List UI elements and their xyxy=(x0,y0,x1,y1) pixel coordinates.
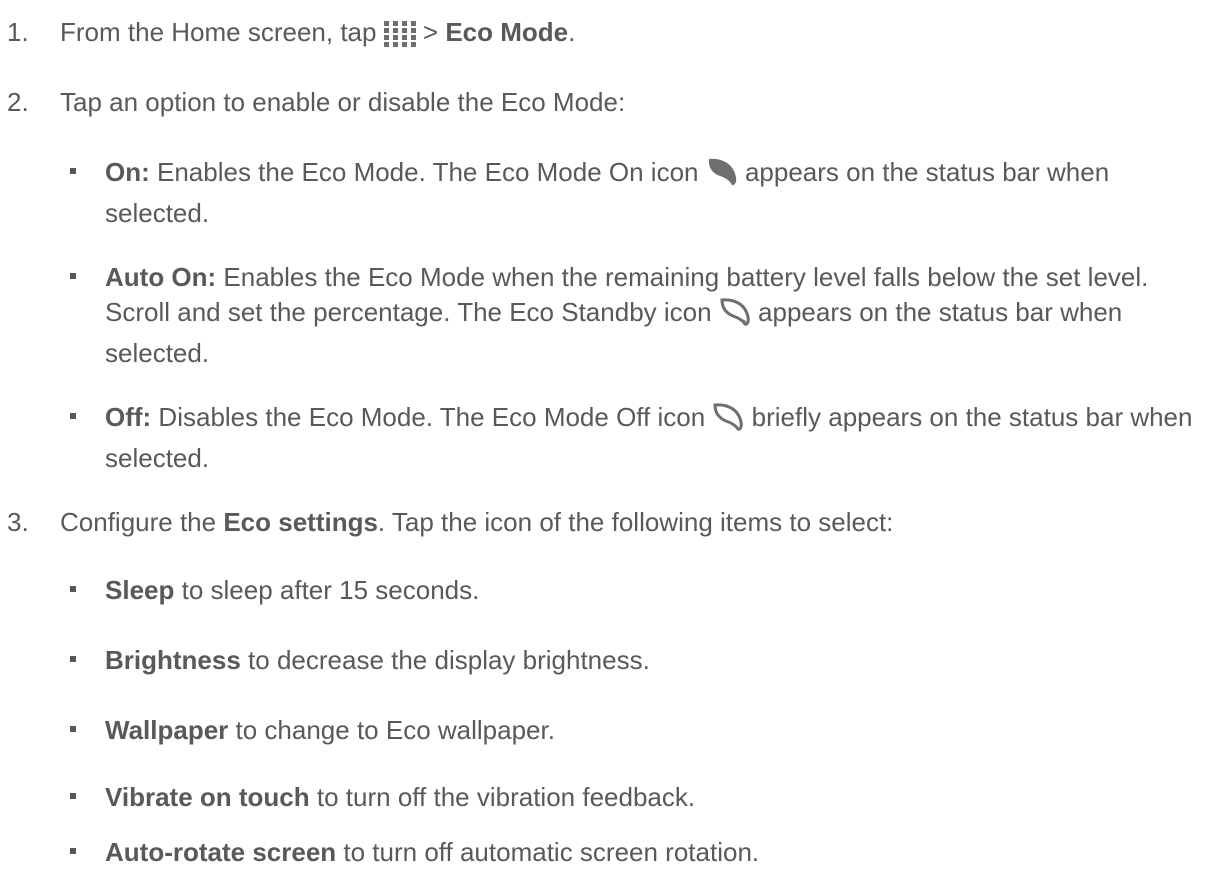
setting-description: to turn off the vibration feedback. xyxy=(309,782,696,812)
setting-description: to decrease the display brightness. xyxy=(240,645,650,675)
step-text-before: From the Home screen, tap xyxy=(60,17,384,47)
setting-text: Brightness to decrease the display brigh… xyxy=(105,643,1205,678)
step-text-after: . xyxy=(568,17,576,47)
setting-text: Wallpaper to change to Eco wallpaper. xyxy=(105,713,1205,748)
option-text: Auto On: Enables the Eco Mode when the r… xyxy=(105,260,1205,371)
eco-standby-leaf-icon xyxy=(719,297,751,336)
bullet-marker xyxy=(70,726,76,732)
step-text: From the Home screen, tap > Eco Mode. xyxy=(60,15,575,56)
bullet-marker xyxy=(70,793,76,799)
bullet-marker xyxy=(70,656,76,662)
bullet-marker xyxy=(70,848,76,854)
bullet-marker xyxy=(70,413,76,419)
apps-grid-icon xyxy=(383,21,416,56)
option-text-before: Enables the Eco Mode. The Eco Mode On ic… xyxy=(149,157,706,187)
step-number: 3. xyxy=(7,507,29,537)
setting-text: Sleep to sleep after 15 seconds. xyxy=(105,573,1205,608)
setting-text: Auto-rotate screen to turn off automatic… xyxy=(105,835,1205,870)
step-number: 1. xyxy=(7,17,29,47)
setting-label: Vibrate on touch xyxy=(105,782,310,812)
step-text: Tap an option to enable or disable the E… xyxy=(60,87,626,117)
step-number: 2. xyxy=(7,87,29,117)
eco-settings-label: Eco settings xyxy=(223,507,378,537)
option-text: Off: Disables the Eco Mode. The Eco Mode… xyxy=(105,400,1205,476)
eco-mode-off-leaf-icon xyxy=(712,402,744,441)
setting-label: Auto-rotate screen xyxy=(105,837,337,867)
option-label: On: xyxy=(105,157,150,187)
eco-mode-label: Eco Mode xyxy=(445,17,569,47)
step-text-after: . Tap the icon of the following items to… xyxy=(377,507,894,537)
setting-label: Brightness xyxy=(105,645,241,675)
bullet-marker xyxy=(70,168,76,174)
setting-description: to change to Eco wallpaper. xyxy=(228,715,555,745)
setting-description: to sleep after 15 seconds. xyxy=(174,575,480,605)
setting-label: Wallpaper xyxy=(105,715,229,745)
step-text-mid: > xyxy=(415,17,446,47)
bullet-marker xyxy=(70,273,76,279)
setting-description: to turn off automatic screen rotation. xyxy=(336,837,760,867)
bullet-marker xyxy=(70,586,76,592)
option-label: Off: xyxy=(105,402,152,432)
setting-label: Sleep xyxy=(105,575,175,605)
eco-mode-on-leaf-icon xyxy=(706,157,738,196)
option-label: Auto On: xyxy=(105,262,217,292)
step-text: Configure the Eco settings. Tap the icon… xyxy=(60,505,893,540)
option-text-before: Disables the Eco Mode. The Eco Mode Off … xyxy=(151,402,713,432)
setting-text: Vibrate on touch to turn off the vibrati… xyxy=(105,780,1205,815)
step-text-before: Configure the xyxy=(60,507,224,537)
option-text: On: Enables the Eco Mode. The Eco Mode O… xyxy=(105,155,1205,231)
